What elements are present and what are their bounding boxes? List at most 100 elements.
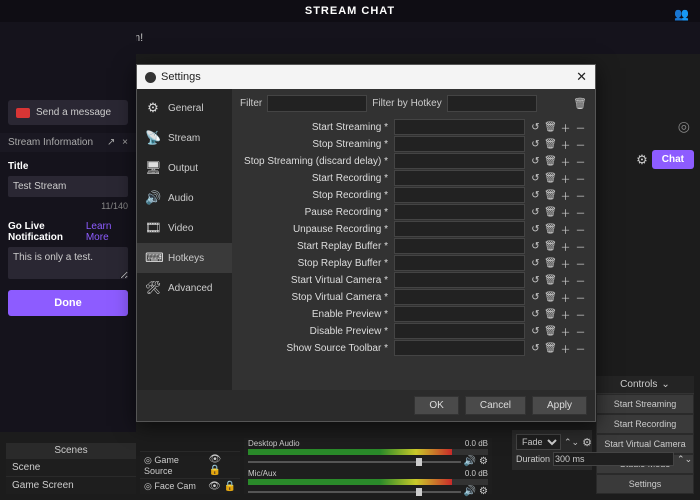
add-icon[interactable]: ＋ — [559, 273, 572, 287]
source-item[interactable]: ◎ Face Cam👁 🔒 — [140, 478, 240, 494]
hotkey-input[interactable] — [394, 340, 525, 356]
hotkey-input[interactable] — [394, 204, 525, 220]
remove-icon[interactable]: － — [574, 341, 587, 355]
add-icon[interactable]: ＋ — [559, 307, 572, 321]
remove-icon[interactable]: － — [574, 171, 587, 185]
duration-input[interactable] — [553, 452, 674, 466]
remove-icon[interactable]: － — [574, 137, 587, 151]
add-icon[interactable]: ＋ — [559, 239, 572, 253]
undo-icon[interactable]: ↺ — [529, 154, 542, 168]
close-icon[interactable]: ✕ — [576, 69, 587, 85]
notification-input[interactable] — [8, 247, 128, 279]
delete-icon[interactable]: 🗑 — [544, 239, 557, 253]
remove-icon[interactable]: － — [574, 307, 587, 321]
hotkey-input[interactable] — [394, 221, 525, 237]
undo-icon[interactable]: ↺ — [529, 239, 542, 253]
transition-select[interactable]: Fade — [516, 434, 561, 450]
settings-tab-stream[interactable]: 📡Stream — [137, 123, 232, 153]
gear-icon[interactable]: ⚙ — [582, 436, 592, 449]
undo-icon[interactable]: ↺ — [529, 205, 542, 219]
remove-icon[interactable]: － — [574, 205, 587, 219]
source-item[interactable]: ◎ Game Source👁 🔒 — [140, 451, 240, 478]
settings-tab-video[interactable]: 🎞Video — [137, 213, 232, 243]
title-input[interactable] — [8, 176, 128, 197]
eye-icon[interactable]: 👁 🔒 — [209, 454, 236, 476]
undo-icon[interactable]: ↺ — [529, 137, 542, 151]
delete-icon[interactable]: 🗑 — [544, 290, 557, 304]
add-icon[interactable]: ＋ — [559, 137, 572, 151]
add-icon[interactable]: ＋ — [559, 188, 572, 202]
remove-icon[interactable]: － — [574, 290, 587, 304]
add-icon[interactable]: ＋ — [559, 290, 572, 304]
remove-icon[interactable]: － — [574, 188, 587, 202]
undo-icon[interactable]: ↺ — [529, 341, 542, 355]
delete-icon[interactable]: 🗑 — [544, 137, 557, 151]
send-message-input[interactable]: Send a message — [8, 100, 128, 125]
popout-icon[interactable]: ↗ — [107, 137, 115, 148]
delete-icon[interactable]: 🗑 — [544, 154, 557, 168]
hotkey-input[interactable] — [394, 170, 525, 186]
add-icon[interactable]: ＋ — [559, 256, 572, 270]
delete-icon[interactable]: 🗑 — [544, 273, 557, 287]
chat-button[interactable]: Chat — [652, 150, 694, 169]
delete-icon[interactable]: 🗑 — [544, 256, 557, 270]
delete-icon[interactable]: 🗑 — [544, 188, 557, 202]
hotkey-input[interactable] — [394, 136, 525, 152]
learn-more-link[interactable]: Learn More — [86, 221, 128, 243]
undo-icon[interactable]: ↺ — [529, 171, 542, 185]
undo-icon[interactable]: ↺ — [529, 273, 542, 287]
delete-icon[interactable]: 🗑 — [544, 222, 557, 236]
delete-icon[interactable]: 🗑 — [544, 307, 557, 321]
ok-button[interactable]: OK — [414, 396, 458, 415]
scene-item[interactable]: Scene — [6, 458, 136, 476]
undo-icon[interactable]: ↺ — [529, 324, 542, 338]
hotkey-input[interactable] — [394, 153, 525, 169]
undo-icon[interactable]: ↺ — [529, 307, 542, 321]
delete-icon[interactable]: 🗑 — [544, 120, 557, 134]
remove-icon[interactable]: － — [574, 239, 587, 253]
settings-tab-output[interactable]: 🖥Output — [137, 153, 232, 183]
hotkey-input[interactable] — [394, 272, 525, 288]
control-button[interactable]: Start Recording — [596, 414, 694, 434]
hotkey-input[interactable] — [394, 323, 525, 339]
filter-input[interactable] — [267, 95, 367, 112]
remove-icon[interactable]: － — [574, 273, 587, 287]
hotkey-input[interactable] — [394, 306, 525, 322]
remove-icon[interactable]: － — [574, 256, 587, 270]
add-icon[interactable]: ＋ — [559, 154, 572, 168]
apply-button[interactable]: Apply — [532, 396, 587, 415]
hotkey-input[interactable] — [394, 238, 525, 254]
add-icon[interactable]: ＋ — [559, 171, 572, 185]
done-button[interactable]: Done — [8, 290, 128, 316]
delete-icon[interactable]: 🗑 — [544, 205, 557, 219]
gear-icon[interactable]: ⚙ — [636, 152, 648, 168]
control-button[interactable]: Start Virtual Camera — [596, 434, 694, 454]
undo-icon[interactable]: ↺ — [529, 256, 542, 270]
delete-icon[interactable]: 🗑 — [544, 324, 557, 338]
scene-item[interactable]: Game Screen — [6, 476, 136, 494]
hotkey-input[interactable] — [394, 119, 525, 135]
undo-icon[interactable]: ↺ — [529, 188, 542, 202]
hotkey-input[interactable] — [394, 255, 525, 271]
add-icon[interactable]: ＋ — [559, 341, 572, 355]
hotkey-input[interactable] — [394, 187, 525, 203]
add-icon[interactable]: ＋ — [559, 120, 572, 134]
community-icon[interactable]: 👥 — [674, 3, 690, 25]
settings-tab-audio[interactable]: 🔊Audio — [137, 183, 232, 213]
visibility-icon[interactable]: ◎ — [678, 118, 690, 135]
gear-icon[interactable]: ⚙ — [479, 456, 488, 467]
control-button[interactable]: Start Streaming — [596, 394, 694, 414]
gear-icon[interactable]: ⚙ — [479, 486, 488, 497]
stepper-icon[interactable]: ⌃⌄ — [677, 454, 692, 465]
eye-icon[interactable]: 👁 🔒 — [208, 481, 236, 492]
delete-icon[interactable]: 🗑 — [544, 341, 557, 355]
remove-icon[interactable]: － — [574, 154, 587, 168]
add-icon[interactable]: ＋ — [559, 222, 572, 236]
hotkey-input[interactable] — [394, 289, 525, 305]
remove-icon[interactable]: － — [574, 324, 587, 338]
settings-tab-general[interactable]: ⚙General — [137, 93, 232, 123]
add-icon[interactable]: ＋ — [559, 324, 572, 338]
undo-icon[interactable]: ↺ — [529, 120, 542, 134]
filter-hotkey-input[interactable] — [447, 95, 537, 112]
delete-icon[interactable]: 🗑 — [544, 171, 557, 185]
